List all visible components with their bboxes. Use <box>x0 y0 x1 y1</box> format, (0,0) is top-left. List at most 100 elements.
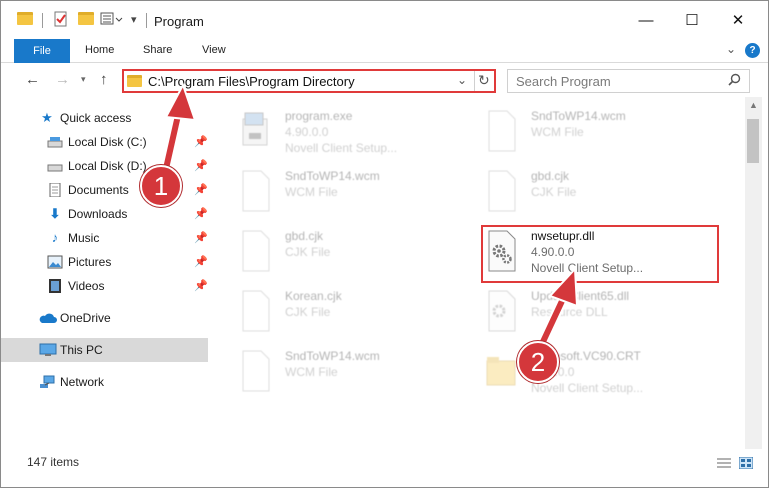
folder-icon <box>485 349 519 393</box>
sidebar-item-network[interactable]: Network <box>1 370 208 394</box>
sidebar-item-label: Pictures <box>68 255 112 269</box>
chevron-down-icon[interactable]: ⌄ <box>457 73 467 87</box>
forward-arrow-icon[interactable]: → <box>55 71 70 88</box>
file-name: SndToWP14.wcm <box>285 169 380 183</box>
search-input[interactable]: Search Program <box>507 69 750 93</box>
sidebar-item-label: Videos <box>68 279 105 293</box>
maximize-button[interactable]: ☐ <box>669 1 715 39</box>
file-name: UpdateClient65.dll <box>531 289 630 303</box>
tab-view[interactable]: View <box>202 44 226 56</box>
window-title: Program <box>154 14 204 29</box>
folder-icon <box>127 75 142 87</box>
file-type: WCM File <box>285 365 338 379</box>
document-icon <box>239 289 273 333</box>
pin-icon[interactable]: 📌 <box>194 183 208 196</box>
file-type: Resource DLL <box>531 305 608 319</box>
file-type: CJK File <box>285 245 331 259</box>
file-name: Korean.cjk <box>285 289 342 303</box>
music-icon: ♪ <box>51 230 59 245</box>
file-item[interactable]: UpdateClient65.dll Resource DLL <box>481 285 721 345</box>
customize-toolbar-icon[interactable] <box>100 11 126 30</box>
address-bar[interactable]: C:\Program Files\Program Directory ⌄ ↻ <box>122 69 496 93</box>
scroll-up-icon[interactable]: ▲ <box>749 100 758 110</box>
file-type: WCM File <box>285 185 338 199</box>
title-bar: ▾ Program — ☐ ✕ <box>1 1 768 39</box>
sidebar-item-label: This PC <box>60 343 103 357</box>
recent-locations-icon[interactable]: ▾ <box>81 74 86 85</box>
details-view-icon[interactable] <box>717 457 731 469</box>
tab-share[interactable]: Share <box>143 44 172 56</box>
pin-icon[interactable]: 📌 <box>194 231 208 244</box>
file-name: SndToWP14.wcm <box>531 109 626 123</box>
ribbon-tabs: File Home Share View ⌄ ? <box>1 39 768 63</box>
divider <box>474 71 475 91</box>
sidebar-item-pictures[interactable]: Pictures 📌 <box>1 250 208 274</box>
sidebar-item-this-pc[interactable]: This PC <box>1 338 208 362</box>
new-folder-icon[interactable] <box>78 12 94 25</box>
pin-icon[interactable]: 📌 <box>194 207 208 220</box>
tab-file[interactable]: File <box>14 39 70 63</box>
sidebar-item-videos[interactable]: Videos 📌 <box>1 274 208 298</box>
file-item[interactable]: Korean.cjk CJK File <box>235 285 475 345</box>
file-type: CJK File <box>531 185 577 199</box>
sidebar-item-music[interactable]: ♪ Music 📌 <box>1 226 208 250</box>
file-item[interactable]: SndToWP14.wcm WCM File <box>481 105 721 165</box>
sidebar-item-label: OneDrive <box>60 311 111 325</box>
pin-icon[interactable]: 📌 <box>194 255 208 268</box>
pin-icon[interactable]: 📌 <box>194 135 208 148</box>
file-name: SndToWP14.wcm <box>285 349 380 363</box>
download-icon: ⬇ <box>49 206 61 221</box>
quick-access-dropdown-icon[interactable]: ▾ <box>131 13 137 26</box>
sidebar-item-downloads[interactable]: ⬇ Downloads 📌 <box>1 202 208 226</box>
large-icons-view-icon[interactable] <box>738 456 754 470</box>
exe-icon <box>239 109 273 153</box>
pictures-icon <box>47 255 63 269</box>
cloud-icon <box>39 311 57 325</box>
document-icon <box>239 349 273 393</box>
separator <box>146 13 147 28</box>
sidebar-item-quick-access[interactable]: ★ Quick access <box>1 106 208 130</box>
document-icon <box>485 109 519 153</box>
dll-gear-icon <box>485 289 519 333</box>
tab-home[interactable]: Home <box>85 44 114 56</box>
pin-icon[interactable]: 📌 <box>194 279 208 292</box>
file-item[interactable]: SndToWP14.wcm WCM File <box>235 165 475 225</box>
sidebar-item-label: Quick access <box>60 111 132 125</box>
file-item[interactable]: gbd.cjk CJK File <box>235 225 475 285</box>
sidebar-item-label: Music <box>68 231 100 245</box>
file-item[interactable]: SndToWP14.wcm WCM File <box>235 345 475 405</box>
file-description: Novell Client Setup... <box>531 381 644 395</box>
file-item[interactable]: gbd.cjk CJK File <box>481 165 721 225</box>
sidebar-item-onedrive[interactable]: OneDrive <box>1 306 208 330</box>
up-arrow-icon[interactable]: ↑ <box>100 71 108 88</box>
sidebar-item-local-disk-c[interactable]: Local Disk (C:) 📌 <box>1 130 208 154</box>
properties-icon[interactable] <box>53 11 69 30</box>
navigation-pane: ★ Quick access Local Disk (C:) 📌 Local D… <box>1 97 211 449</box>
file-name: gbd.cjk <box>531 169 570 183</box>
back-arrow-icon[interactable]: ← <box>25 71 40 88</box>
scrollbar-thumb[interactable] <box>747 119 759 163</box>
separator <box>42 13 43 28</box>
document-icon <box>239 229 273 273</box>
search-icon[interactable] <box>728 73 741 89</box>
expand-ribbon-icon[interactable]: ⌄ <box>726 42 736 56</box>
vertical-scrollbar[interactable]: ▲ <box>745 97 762 449</box>
pin-icon[interactable]: 📌 <box>194 159 208 172</box>
close-button[interactable]: ✕ <box>715 1 761 39</box>
star-icon: ★ <box>41 110 53 125</box>
refresh-icon[interactable]: ↻ <box>478 72 490 89</box>
address-path[interactable]: C:\Program Files\Program Directory <box>148 74 355 89</box>
file-item[interactable]: Microsoft.VC90.CRT 4.90.0.0 Novell Clien… <box>481 345 721 405</box>
step-badge-1: 1 <box>140 165 182 207</box>
drive-icon <box>47 159 63 173</box>
search-placeholder: Search Program <box>516 74 611 89</box>
item-count: 147 items <box>27 455 80 469</box>
minimize-button[interactable]: — <box>623 1 669 39</box>
help-button[interactable]: ? <box>745 43 760 58</box>
file-type: WCM File <box>531 125 584 139</box>
computer-icon <box>39 343 57 357</box>
file-item[interactable]: program.exe 4.90.0.0 Novell Client Setup… <box>235 105 475 165</box>
file-name: program.exe <box>285 109 353 123</box>
document-icon <box>239 169 273 213</box>
videos-icon <box>47 279 63 293</box>
